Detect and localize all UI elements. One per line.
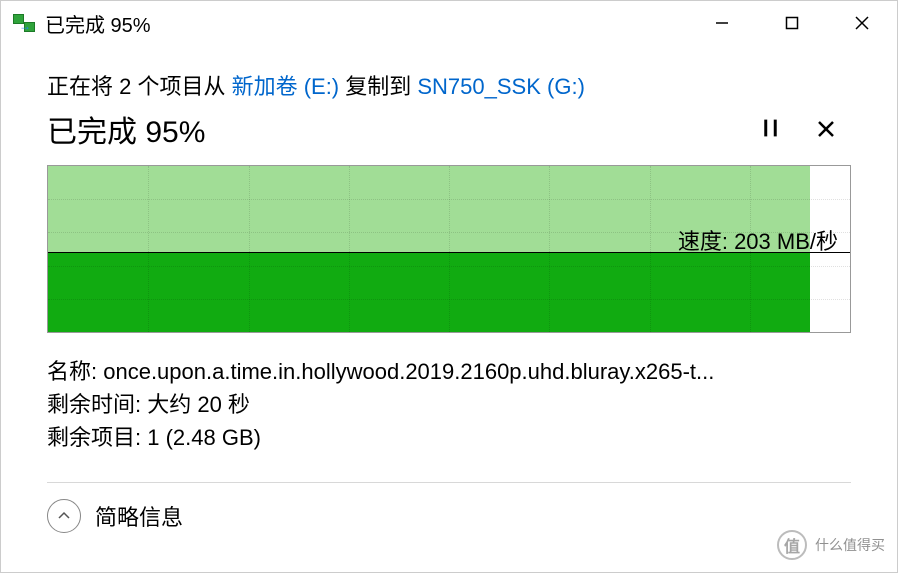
- detail-time-remaining: 剩余时间: 大约 20 秒: [47, 388, 851, 421]
- pause-icon: ⅠⅠ: [763, 116, 782, 142]
- copy-transfer-icon: →: [13, 14, 35, 32]
- detail-filename: 名称: once.upon.a.time.in.hollywood.2019.2…: [47, 355, 851, 388]
- minimize-icon: [715, 16, 729, 30]
- maximize-button[interactable]: [757, 1, 827, 45]
- destination-drive-link[interactable]: SN750_SSK (G:): [417, 74, 585, 99]
- watermark-text: 什么值得买: [815, 535, 885, 555]
- transfer-details: 名称: once.upon.a.time.in.hollywood.2019.2…: [47, 355, 851, 454]
- source-drive-link[interactable]: 新加卷 (E:): [232, 74, 340, 99]
- watermark: 值 什么值得买: [777, 530, 885, 560]
- action-prefix: 正在将 2 个项目从: [47, 74, 232, 99]
- maximize-icon: [785, 16, 799, 30]
- window-controls: [687, 1, 897, 45]
- progress-row: 已完成 95% ⅠⅠ: [47, 107, 851, 151]
- window-title: 已完成 95%: [45, 9, 151, 38]
- speed-chart[interactable]: 速度: 203 MB/秒: [47, 165, 851, 333]
- cancel-button[interactable]: [801, 109, 851, 149]
- toggle-details-button[interactable]: [47, 499, 81, 533]
- close-icon: [854, 15, 870, 31]
- cancel-icon: [816, 119, 836, 139]
- chevron-up-icon: [57, 509, 71, 523]
- footer-row: 简略信息: [47, 483, 851, 533]
- speed-label: 速度: 203 MB/秒: [676, 224, 840, 256]
- copy-action-description: 正在将 2 个项目从 新加卷 (E:) 复制到 SN750_SSK (G:): [47, 69, 851, 101]
- close-button[interactable]: [827, 1, 897, 45]
- action-middle: 复制到: [339, 74, 417, 99]
- toggle-details-label[interactable]: 简略信息: [95, 500, 183, 532]
- dialog-content: 正在将 2 个项目从 新加卷 (E:) 复制到 SN750_SSK (G:) 已…: [1, 45, 897, 533]
- pause-button[interactable]: ⅠⅠ: [747, 109, 797, 149]
- progress-status: 已完成 95%: [47, 107, 743, 151]
- titlebar: → 已完成 95%: [1, 1, 897, 45]
- chart-speed-area: [48, 252, 810, 333]
- detail-items-remaining: 剩余项目: 1 (2.48 GB): [47, 421, 851, 454]
- watermark-icon: 值: [777, 530, 807, 560]
- minimize-button[interactable]: [687, 1, 757, 45]
